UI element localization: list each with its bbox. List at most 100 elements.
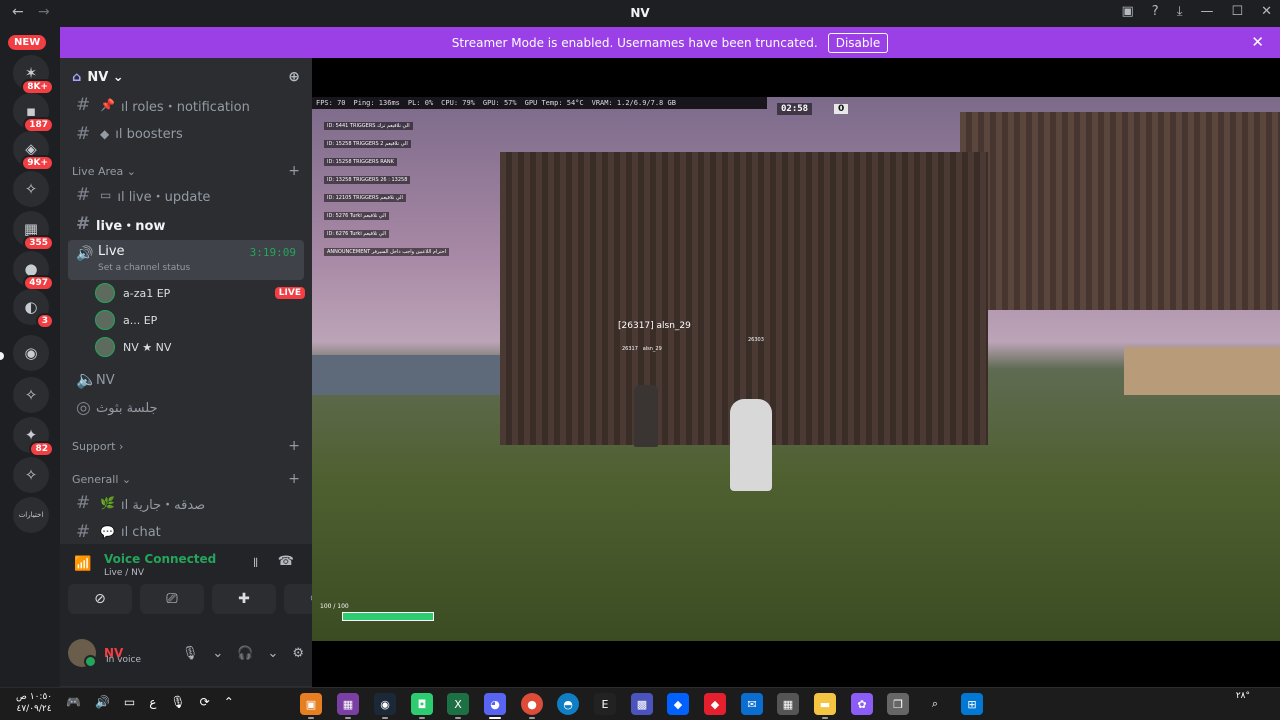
- category-live-area[interactable]: Live Area ⌄ +: [72, 161, 300, 181]
- game-video[interactable]: FPS: 70 Ping: 136ms PL: 0% CPU: 79% GPU:…: [312, 97, 1280, 641]
- clock[interactable]: ١٠:٥٠ ص ٤٧/٠٩/٢٤: [16, 691, 52, 715]
- category-general[interactable]: Generall ⌄ +: [72, 469, 300, 489]
- minimize-icon[interactable]: —: [1200, 4, 1213, 19]
- noise-suppression-icon[interactable]: 𝍪: [253, 554, 257, 576]
- download-icon[interactable]: ⤓: [1177, 4, 1183, 19]
- user-panel[interactable]: NV In voice 🎙 ⌄ 🎧 ⌄ ⚙: [68, 630, 304, 676]
- server-icon[interactable]: ◉: [13, 335, 49, 371]
- voice-location[interactable]: Live / NV: [104, 568, 144, 578]
- disable-streamer-button[interactable]: Disable: [827, 32, 889, 53]
- app-icon[interactable]: ◆: [704, 693, 726, 715]
- add-channel-icon[interactable]: +: [288, 471, 300, 487]
- channel-roles[interactable]: # 📌 ıl roles・notification: [68, 91, 304, 119]
- voice-channel-nv[interactable]: 🔈 NV: [68, 366, 304, 394]
- voice-status[interactable]: Voice Connected: [104, 552, 216, 566]
- add-channel-icon[interactable]: +: [288, 438, 300, 454]
- excel-icon[interactable]: X: [447, 693, 469, 719]
- window-title: NV: [630, 6, 650, 20]
- server-icon[interactable]: ▦ 355: [13, 211, 54, 251]
- sync-icon[interactable]: ⟳: [200, 695, 210, 709]
- camera-off-button[interactable]: ⊘: [68, 584, 132, 614]
- volume-icon[interactable]: 🔊: [95, 695, 110, 709]
- channel-sidebar: ⌂ NV ⌄ ⊕ # 📌 ıl roles・notification # ◆ ıl bo…: [60, 58, 312, 687]
- player-character: [730, 399, 772, 491]
- close-banner-icon[interactable]: ✕: [1251, 33, 1264, 51]
- microphone-icon[interactable]: 🎙: [170, 695, 185, 709]
- server-icon[interactable]: ▪ 187: [13, 93, 54, 133]
- title-bar: ← → NV ▣ ? ⤓ — ☐ ✕: [0, 0, 1280, 27]
- close-window-icon[interactable]: ✕: [1261, 4, 1272, 19]
- server-icon[interactable]: اختيارات: [13, 497, 49, 533]
- app-icon[interactable]: ◘: [411, 693, 433, 719]
- windows-taskbar: ١٠:٥٠ ص ٤٧/٠٩/٢٤ 🎮 🔊 ▭ ع 🎙 ⟳ ⌃ ▣ ▦ ◉ ◘ X …: [0, 687, 1280, 720]
- stream-view[interactable]: FPS: 70 Ping: 136ms PL: 0% CPU: 79% GPU:…: [312, 58, 1280, 687]
- category-label: Support: [72, 439, 116, 453]
- signal-icon: 📶: [74, 556, 92, 572]
- start-icon[interactable]: ⊞: [961, 693, 983, 715]
- chevron-down-icon[interactable]: ⌄: [267, 646, 278, 661]
- task-view-icon[interactable]: ❐: [887, 693, 909, 715]
- mail-icon[interactable]: ✉: [741, 693, 763, 715]
- server-icon[interactable]: ✧: [13, 171, 49, 207]
- microphone-icon[interactable]: 🎙: [182, 646, 199, 661]
- dropbox-icon[interactable]: ◆: [667, 693, 689, 715]
- player-id-label: 26303: [748, 337, 764, 343]
- edge-icon[interactable]: ◓: [557, 693, 579, 715]
- server-icon[interactable]: ◐ 3: [13, 289, 54, 329]
- server-icon[interactable]: ● 497: [13, 251, 54, 291]
- search-icon[interactable]: ⌕: [924, 693, 946, 715]
- kill-feed-text: ID: 15258 TRIGGERS RANK: [324, 158, 397, 166]
- app-icon[interactable]: ▣: [300, 693, 322, 719]
- chevron-up-icon[interactable]: ⌃: [224, 695, 234, 709]
- stage-channel[interactable]: ◎ جلسة بثوث: [68, 394, 304, 422]
- invite-user-icon[interactable]: ⊕: [288, 69, 300, 85]
- channel-live-update[interactable]: # ▭ ıl live・update: [68, 181, 304, 209]
- language-indicator[interactable]: ع: [149, 695, 156, 709]
- app-icon[interactable]: ▦: [337, 693, 359, 719]
- user-tag: NV: [155, 340, 172, 354]
- soundboard-button[interactable]: ✺: [284, 584, 312, 614]
- stage-icon: ◎: [76, 398, 91, 418]
- server-icon[interactable]: ✧: [13, 457, 49, 493]
- copilot-icon[interactable]: ✿: [851, 693, 873, 715]
- gamepad-icon[interactable]: 🎮: [66, 695, 81, 709]
- discord-icon[interactable]: ◕: [484, 693, 506, 719]
- voice-user[interactable]: a... EP: [95, 308, 305, 332]
- server-icon[interactable]: ✶ 8K+: [13, 55, 54, 95]
- activities-button[interactable]: ✚: [212, 584, 276, 614]
- category-support[interactable]: Support › +: [72, 436, 300, 456]
- kill-feed-text: ID: 6276 Turki الي تلاقيعم: [324, 230, 389, 238]
- avatar: [95, 283, 115, 303]
- voice-channel-live[interactable]: 🔊 Live 3:19:09 Set a channel status: [68, 240, 304, 280]
- display-icon[interactable]: ▭: [124, 695, 135, 709]
- disconnect-icon[interactable]: ☎: [278, 554, 294, 576]
- help-icon[interactable]: ?: [1152, 4, 1159, 19]
- add-channel-icon[interactable]: +: [288, 163, 300, 179]
- server-icon[interactable]: ✦ 82: [13, 417, 54, 457]
- weather-indicator[interactable]: ٢٨°: [1236, 691, 1250, 701]
- mention-badge: 355: [23, 235, 54, 251]
- inbox-icon[interactable]: ▣: [1121, 4, 1133, 19]
- channel-chat[interactable]: # 💬 ıl chat: [68, 518, 304, 546]
- file-explorer-icon[interactable]: ▬: [814, 693, 836, 719]
- voice-user[interactable]: NV ★ NV: [95, 335, 305, 359]
- category-label: Generall: [72, 472, 119, 486]
- channel-sadaqa[interactable]: # 🌿 ıl صدقه・جارية: [68, 489, 304, 517]
- server-icon[interactable]: ◈ 9K+: [13, 131, 54, 171]
- maximize-icon[interactable]: ☐: [1231, 4, 1243, 19]
- chevron-down-icon[interactable]: ⌄: [212, 646, 223, 661]
- channel-status[interactable]: Set a channel status: [98, 263, 190, 273]
- server-icon[interactable]: ✧: [13, 377, 49, 413]
- share-screen-button[interactable]: ⎚: [140, 584, 204, 614]
- headphones-icon[interactable]: 🎧: [237, 646, 253, 661]
- channel-live-now[interactable]: # live・now: [68, 210, 304, 238]
- chrome-icon[interactable]: ●: [521, 693, 543, 719]
- steam-icon[interactable]: ◉: [374, 693, 396, 719]
- settings-gear-icon[interactable]: ⚙: [292, 646, 304, 661]
- epic-games-icon[interactable]: E: [594, 693, 616, 715]
- store-icon[interactable]: ▦: [777, 693, 799, 715]
- app-icon[interactable]: ▩: [631, 693, 653, 715]
- voice-user[interactable]: a-za1 EP LIVE: [95, 281, 305, 305]
- channel-boosters[interactable]: # ◆ ıl boosters: [68, 120, 304, 148]
- player-id-label: 26317 alsn_29: [622, 346, 662, 352]
